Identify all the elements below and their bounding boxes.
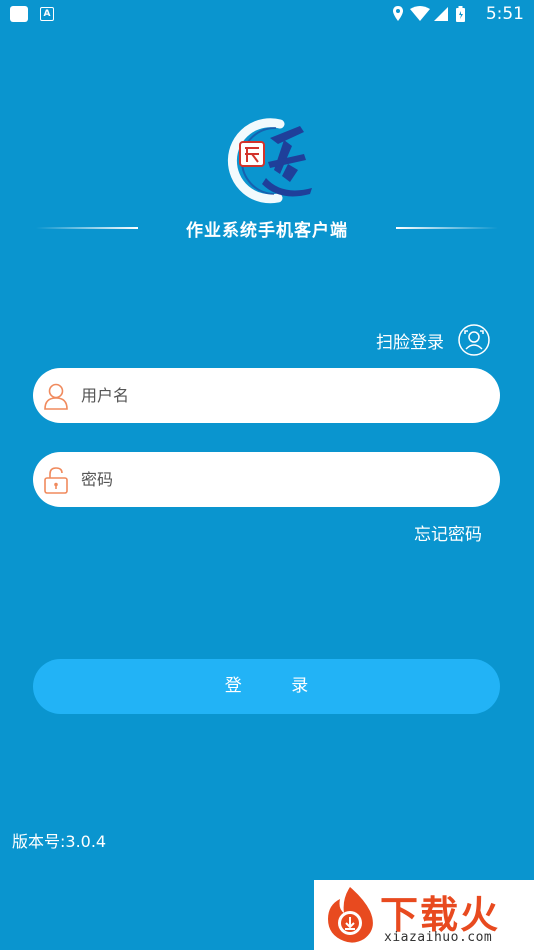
username-field[interactable] <box>33 368 500 423</box>
location-icon <box>393 6 403 21</box>
version-label: 版本号:3.0.4 <box>12 832 107 851</box>
battery-icon <box>456 6 465 22</box>
face-login-button[interactable]: 扫脸登录 <box>376 322 490 358</box>
watermark: 下载火 xiazaihuo.com <box>314 880 534 950</box>
face-login-label: 扫脸登录 <box>376 332 444 353</box>
status-time: 5:51 <box>485 4 524 24</box>
status-bar: A 5:51 <box>0 0 534 28</box>
cell-signal-icon <box>434 7 448 21</box>
title-divider-right <box>396 227 498 229</box>
title-row: 作业系统手机客户端 <box>0 212 534 244</box>
status-icons <box>393 6 465 22</box>
face-scan-icon <box>458 324 490 356</box>
notification-app-icon <box>10 6 28 22</box>
password-input[interactable] <box>79 469 443 490</box>
login-button[interactable]: 登 录 <box>33 659 500 714</box>
username-input[interactable] <box>79 385 443 406</box>
password-field[interactable] <box>33 452 500 507</box>
flame-logo-icon <box>328 887 373 943</box>
notification-a-icon: A <box>40 7 54 21</box>
wifi-icon <box>410 6 430 21</box>
user-icon <box>44 383 68 410</box>
forgot-password-link[interactable]: 忘记密码 <box>414 520 482 545</box>
app-logo <box>227 118 312 204</box>
lock-icon <box>44 466 68 494</box>
watermark-url: xiazaihuo.com <box>384 930 493 945</box>
